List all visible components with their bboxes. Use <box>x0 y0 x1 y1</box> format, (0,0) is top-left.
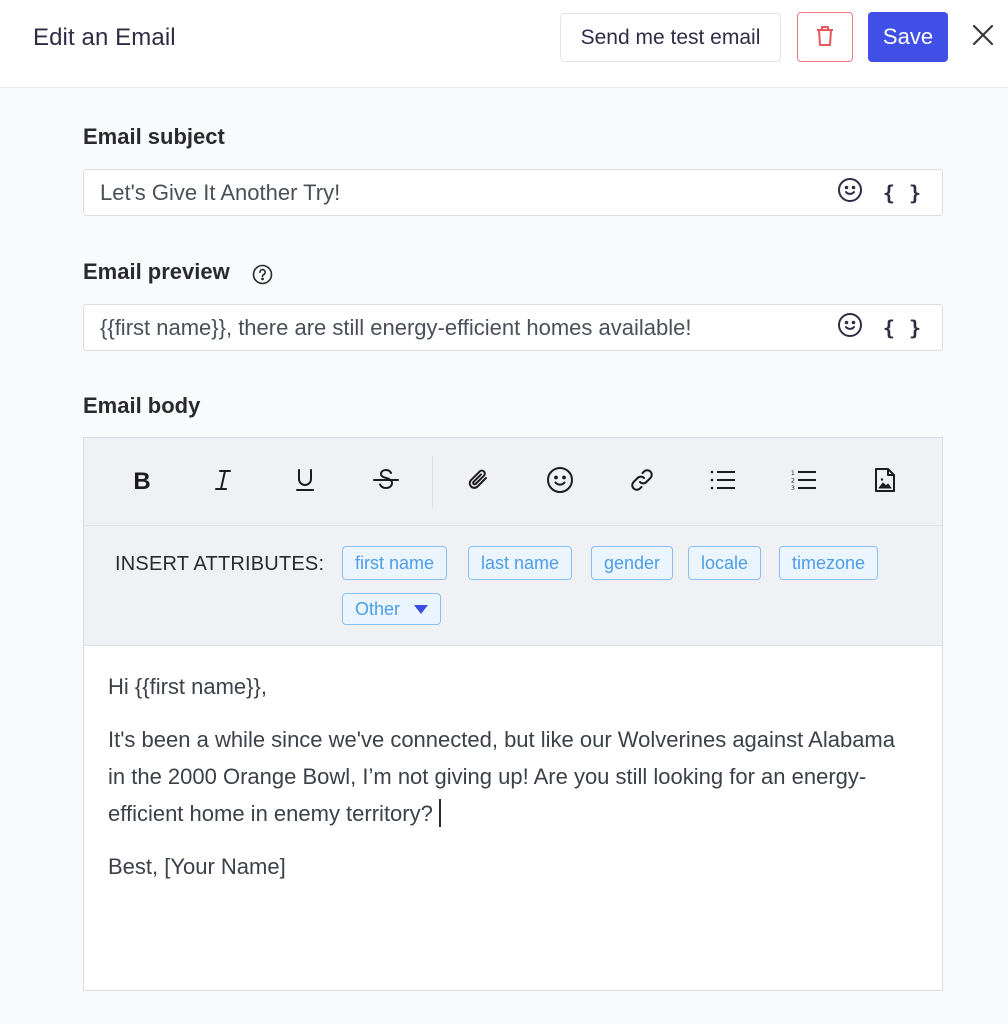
other-label: Other <box>355 598 401 619</box>
insert-attributes-label: INSERT ATTRIBUTES: <box>115 553 325 575</box>
bullet-list-icon <box>710 469 736 496</box>
bold-button[interactable]: B <box>124 464 160 500</box>
save-button[interactable]: Save <box>868 12 948 62</box>
attribute-chip-first-name[interactable]: first name <box>342 546 448 580</box>
email-preview-field[interactable]: {{first name}}, there are still energy-e… <box>83 304 943 351</box>
svg-text:2: 2 <box>791 477 795 484</box>
link-icon <box>629 467 655 498</box>
underline-icon <box>295 468 315 497</box>
emoji-icon[interactable] <box>837 312 863 343</box>
close-icon <box>972 24 994 51</box>
svg-text:1: 1 <box>791 470 795 477</box>
email-preview-input[interactable]: {{first name}}, there are still energy-e… <box>84 315 837 341</box>
numbered-list-button[interactable]: 1 2 3 <box>786 464 822 500</box>
attachment-icon <box>467 468 491 497</box>
attribute-chip-locale[interactable]: locale <box>688 546 762 580</box>
send-test-email-button[interactable]: Send me test email <box>560 13 781 62</box>
body-greeting: Hi {{first name}}, <box>108 674 267 699</box>
attachment-button[interactable] <box>461 464 497 500</box>
page-title: Edit an Email <box>33 24 176 51</box>
email-subject-input[interactable]: Let's Give It Another Try! <box>84 180 837 206</box>
emoji-icon <box>546 466 574 499</box>
emoji-button[interactable] <box>542 464 578 500</box>
attribute-chip-last-name[interactable]: last name <box>468 546 573 580</box>
italic-button[interactable] <box>205 464 241 500</box>
help-icon[interactable] <box>252 264 273 290</box>
chevron-down-icon <box>414 604 429 614</box>
formatting-toolbar: B 1 2 3 <box>84 438 942 526</box>
delete-button[interactable] <box>797 12 853 62</box>
toolbar-divider <box>432 456 433 508</box>
image-file-icon <box>874 467 896 498</box>
emoji-icon[interactable] <box>837 177 863 208</box>
email-body-label: Email body <box>83 393 201 418</box>
insert-attributes-bar: INSERT ATTRIBUTES: first name last name … <box>84 526 942 646</box>
italic-icon <box>213 469 233 496</box>
close-button[interactable] <box>968 22 998 52</box>
attribute-chip-gender[interactable]: gender <box>591 546 674 580</box>
curly-braces-icon[interactable]: { } <box>883 181 922 205</box>
bullet-list-button[interactable] <box>705 464 741 500</box>
underline-button[interactable] <box>287 464 323 500</box>
numbered-list-icon: 1 2 3 <box>791 469 817 496</box>
bold-icon: B <box>133 468 151 495</box>
email-body-content[interactable]: Hi {{first name}}, It's been a while sin… <box>84 646 942 990</box>
strikethrough-icon <box>373 468 399 497</box>
insert-image-button[interactable] <box>867 464 903 500</box>
email-subject-field[interactable]: Let's Give It Another Try! { } <box>83 169 943 216</box>
svg-text:3: 3 <box>791 485 795 491</box>
trash-icon <box>815 25 835 50</box>
curly-braces-icon[interactable]: { } <box>883 316 922 340</box>
attribute-chip-timezone[interactable]: timezone <box>779 546 879 580</box>
body-paragraph: It's been a while since we've connected,… <box>108 727 895 827</box>
header-bar: Edit an Email Send me test email Save <box>0 0 1008 88</box>
email-subject-label: Email subject <box>83 124 225 149</box>
link-button[interactable] <box>624 464 660 500</box>
text-cursor <box>438 799 441 827</box>
body-signoff: Best, [Your Name] <box>108 854 286 879</box>
strikethrough-button[interactable] <box>368 464 404 500</box>
email-preview-label: Email preview <box>83 259 230 284</box>
attribute-other-dropdown[interactable]: Other <box>342 593 442 625</box>
email-body-editor: B 1 2 3 INSERT ATTRIBUTES: first name la… <box>83 437 943 991</box>
